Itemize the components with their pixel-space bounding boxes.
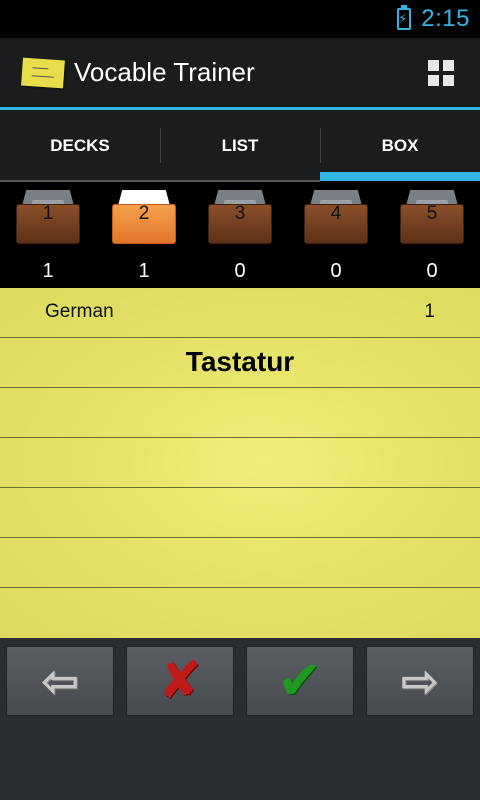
box-count: 1 (42, 260, 54, 282)
note-line (0, 538, 480, 588)
tab-box[interactable]: BOX (320, 110, 480, 181)
tab-selected-indicator (320, 172, 480, 181)
card-box-icon: 3 (208, 190, 272, 244)
box-number: 5 (426, 203, 438, 224)
box-5[interactable]: 5 0 (384, 182, 480, 288)
next-button[interactable]: ⇨ (366, 646, 474, 716)
tab-bar: DECKS LIST BOX (0, 110, 480, 181)
cross-icon: ✘ (158, 652, 202, 710)
sticky-note-icon (21, 57, 65, 88)
flashcard-notepad[interactable]: German 1 Tastatur (0, 288, 480, 638)
box-4[interactable]: 4 0 (288, 182, 384, 288)
deck-name: German (45, 301, 114, 322)
box-count: 0 (330, 260, 342, 282)
clock: 2:15 (421, 5, 470, 32)
box-number: 1 (42, 203, 54, 224)
battery-charging-icon (397, 5, 412, 30)
box-number: 4 (330, 203, 342, 224)
action-bar: Vocable Trainer (0, 38, 480, 107)
note-line (0, 388, 480, 438)
card-box-icon: 5 (400, 190, 464, 244)
box-count: 0 (426, 260, 438, 282)
box-count: 1 (138, 260, 150, 282)
flashcard-word: Tastatur (185, 346, 295, 377)
tab-decks[interactable]: DECKS (0, 110, 160, 181)
note-line (0, 438, 480, 488)
app-title: Vocable Trainer (74, 57, 255, 87)
box-count: 0 (234, 260, 246, 282)
card-box-icon: 4 (304, 190, 368, 244)
card-box-icon: 2 (112, 190, 176, 244)
note-line (0, 488, 480, 538)
previous-button[interactable]: ⇦ (6, 646, 114, 716)
check-icon: ✔ (277, 651, 323, 711)
word-row: Tastatur (0, 338, 480, 388)
deck-count: 1 (424, 301, 435, 322)
grid-icon[interactable] (428, 60, 454, 86)
wrong-answer-button[interactable]: ✘ (126, 646, 234, 716)
answer-bar: ⇦ ✘ ✔ ⇨ (0, 638, 480, 800)
arrow-right-icon: ⇨ (400, 655, 440, 707)
box-2[interactable]: 2 1 (96, 182, 192, 288)
status-bar: 2:15 (0, 0, 480, 38)
box-1[interactable]: 1 1 (0, 182, 96, 288)
card-box-icon: 1 (16, 190, 80, 244)
right-answer-button[interactable]: ✔ (246, 646, 354, 716)
box-number: 3 (234, 203, 246, 224)
deck-row: German 1 (0, 288, 480, 338)
box-row: 1 1 2 1 3 0 4 0 5 0 (0, 182, 480, 288)
box-number: 2 (138, 203, 150, 224)
tab-list[interactable]: LIST (160, 110, 320, 181)
arrow-left-icon: ⇦ (40, 655, 80, 707)
box-3[interactable]: 3 0 (192, 182, 288, 288)
